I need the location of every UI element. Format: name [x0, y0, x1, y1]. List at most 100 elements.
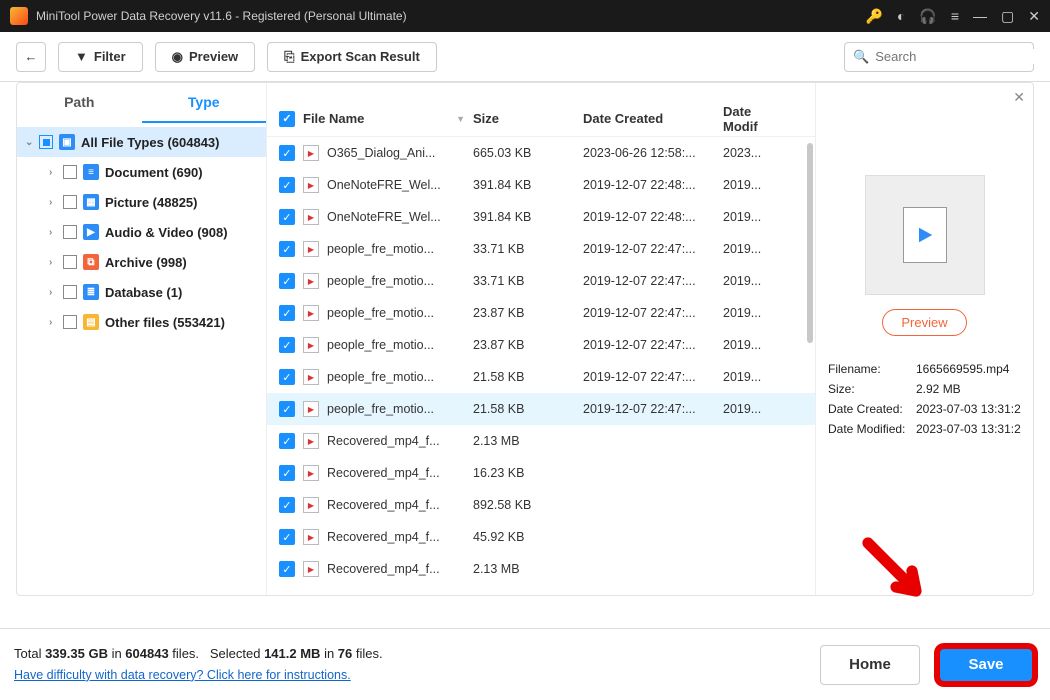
checkbox[interactable]: [63, 255, 77, 269]
tree-item-av[interactable]: ›▶Audio & Video (908): [17, 217, 266, 247]
minimize-icon[interactable]: —: [973, 8, 987, 24]
row-checkbox[interactable]: ✓: [279, 465, 295, 481]
table-row[interactable]: ✓▶people_fre_motio...23.87 KB2019-12-07 …: [267, 329, 815, 361]
row-checkbox[interactable]: ✓: [279, 497, 295, 513]
row-filename: OneNoteFRE_Wel...: [327, 178, 473, 192]
row-checkbox[interactable]: ✓: [279, 209, 295, 225]
tree-root[interactable]: ⌄ ▣ All File Types (604843): [17, 127, 266, 157]
meta-dm-label: Date Modified:: [828, 422, 916, 436]
row-checkbox[interactable]: ✓: [279, 273, 295, 289]
tab-path[interactable]: Path: [17, 83, 142, 123]
row-checkbox[interactable]: ✓: [279, 145, 295, 161]
expand-icon[interactable]: ›: [49, 287, 63, 298]
col-date-modified[interactable]: Date Modif: [723, 104, 787, 134]
close-panel-icon[interactable]: ✕: [1013, 89, 1025, 106]
checkbox[interactable]: [63, 165, 77, 179]
table-row[interactable]: ✓▶Recovered_mp4_f...2.13 MB: [267, 553, 815, 585]
row-date-created: 2019-12-07 22:48:...: [583, 178, 723, 192]
table-row[interactable]: ✓▶OneNoteFRE_Wel...391.84 KB2019-12-07 2…: [267, 201, 815, 233]
tree-label: Other files (553421): [105, 315, 225, 330]
row-checkbox[interactable]: ✓: [279, 337, 295, 353]
row-checkbox[interactable]: ✓: [279, 401, 295, 417]
row-checkbox[interactable]: ✓: [279, 433, 295, 449]
expand-icon[interactable]: ›: [49, 227, 63, 238]
row-checkbox[interactable]: ✓: [279, 305, 295, 321]
table-row[interactable]: ✓▶Recovered_mp4_f...2.13 MB: [267, 425, 815, 457]
expand-icon[interactable]: ›: [49, 257, 63, 268]
home-button[interactable]: Home: [820, 645, 920, 685]
table-row[interactable]: ✓▶people_fre_motio...21.58 KB2019-12-07 …: [267, 361, 815, 393]
expand-icon[interactable]: ›: [49, 317, 63, 328]
sort-icon[interactable]: ▼: [456, 114, 473, 124]
table-row[interactable]: ✓▶people_fre_motio...21.58 KB2019-12-07 …: [267, 393, 815, 425]
tree-item-picture[interactable]: › ▦ Picture (48825): [17, 187, 266, 217]
row-checkbox[interactable]: ✓: [279, 561, 295, 577]
filter-button[interactable]: ▼Filter: [58, 42, 143, 72]
checkbox[interactable]: [63, 315, 77, 329]
row-date-created: 2019-12-07 22:47:...: [583, 274, 723, 288]
table-row[interactable]: ✓▶people_fre_motio...33.71 KB2019-12-07 …: [267, 265, 815, 297]
col-date-created[interactable]: Date Created: [583, 111, 723, 126]
table-row[interactable]: ✓▶people_fre_motio...33.71 KB2019-12-07 …: [267, 233, 815, 265]
table-row[interactable]: ✓▶Recovered_mp4_f...16.23 KB: [267, 457, 815, 489]
headset-icon[interactable]: 🎧: [919, 8, 936, 25]
select-all-checkbox[interactable]: ✓: [279, 111, 295, 127]
col-size[interactable]: Size: [473, 111, 583, 126]
preview-button[interactable]: ◉Preview: [155, 42, 256, 72]
save-button[interactable]: Save: [936, 645, 1036, 685]
expand-icon[interactable]: ›: [49, 197, 63, 208]
window-title: MiniTool Power Data Recovery v11.6 - Reg…: [36, 9, 407, 23]
checkbox[interactable]: [63, 195, 77, 209]
mp4-file-icon: ▶: [303, 561, 319, 577]
menu-icon[interactable]: ≡: [951, 8, 959, 24]
row-date-modified: 2019...: [723, 370, 787, 384]
picture-icon: ▦: [83, 194, 99, 210]
tree-label: Picture (48825): [105, 195, 198, 210]
table-row[interactable]: ✓▶Recovered_mp4_f...45.92 KB: [267, 521, 815, 553]
row-date-modified: 2019...: [723, 338, 787, 352]
back-button[interactable]: ←: [16, 42, 46, 72]
sidebar: Path Type ⌄ ▣ All File Types (604843) ›≡…: [17, 83, 267, 595]
row-checkbox[interactable]: ✓: [279, 177, 295, 193]
table-row[interactable]: ✓▶Recovered_mp4_f...892.58 KB: [267, 489, 815, 521]
tree-item-archive[interactable]: ›⧉Archive (998): [17, 247, 266, 277]
tree-item-document[interactable]: ›≡Document (690): [17, 157, 266, 187]
preview-file-button[interactable]: Preview: [882, 309, 966, 336]
mp4-file-icon: ▶: [303, 145, 319, 161]
tab-type[interactable]: Type: [142, 83, 267, 123]
tree-label: Archive (998): [105, 255, 187, 270]
row-checkbox[interactable]: ✓: [279, 529, 295, 545]
checkbox[interactable]: [39, 135, 53, 149]
table-row[interactable]: ✓▶people_fre_motio...23.87 KB2019-12-07 …: [267, 297, 815, 329]
globe-icon[interactable]: ◐: [897, 8, 905, 24]
file-list: ✓ File Name ▼ Size Date Created Date Modi…: [267, 83, 815, 595]
search-input[interactable]: [875, 49, 1050, 64]
row-date-created: 2019-12-07 22:48:...: [583, 210, 723, 224]
tree-label: Database (1): [105, 285, 182, 300]
table-row[interactable]: ✓▶OneNoteFRE_Wel...391.84 KB2019-12-07 2…: [267, 169, 815, 201]
row-checkbox[interactable]: ✓: [279, 369, 295, 385]
toolbar: ← ▼Filter ◉Preview ⎘Export Scan Result 🔍: [0, 32, 1050, 82]
export-button[interactable]: ⎘Export Scan Result: [267, 42, 437, 72]
checkbox[interactable]: [63, 285, 77, 299]
collapse-icon[interactable]: ⌄: [25, 137, 39, 148]
table-row[interactable]: ✓▶O365_Dialog_Ani...665.03 KB2023-06-26 …: [267, 137, 815, 169]
tree-item-other[interactable]: ›▤Other files (553421): [17, 307, 266, 337]
help-link[interactable]: Have difficulty with data recovery? Clic…: [14, 665, 383, 685]
monitor-icon: ▣: [59, 134, 75, 150]
mp4-file-icon: ▶: [303, 497, 319, 513]
key-icon[interactable]: 🔑: [866, 8, 883, 25]
tree-item-database[interactable]: ›≣Database (1): [17, 277, 266, 307]
expand-icon[interactable]: ›: [49, 167, 63, 178]
col-filename[interactable]: File Name: [303, 111, 364, 126]
search-box[interactable]: 🔍: [844, 42, 1034, 72]
filter-label: Filter: [94, 49, 126, 64]
row-date-created: 2019-12-07 22:47:...: [583, 242, 723, 256]
maximize-icon[interactable]: ▢: [1001, 8, 1014, 25]
row-checkbox[interactable]: ✓: [279, 241, 295, 257]
close-icon[interactable]: ✕: [1028, 8, 1040, 25]
checkbox[interactable]: [63, 225, 77, 239]
meta-filename-label: Filename:: [828, 362, 916, 376]
mp4-file-icon: ▶: [303, 305, 319, 321]
scrollbar[interactable]: [807, 143, 813, 343]
